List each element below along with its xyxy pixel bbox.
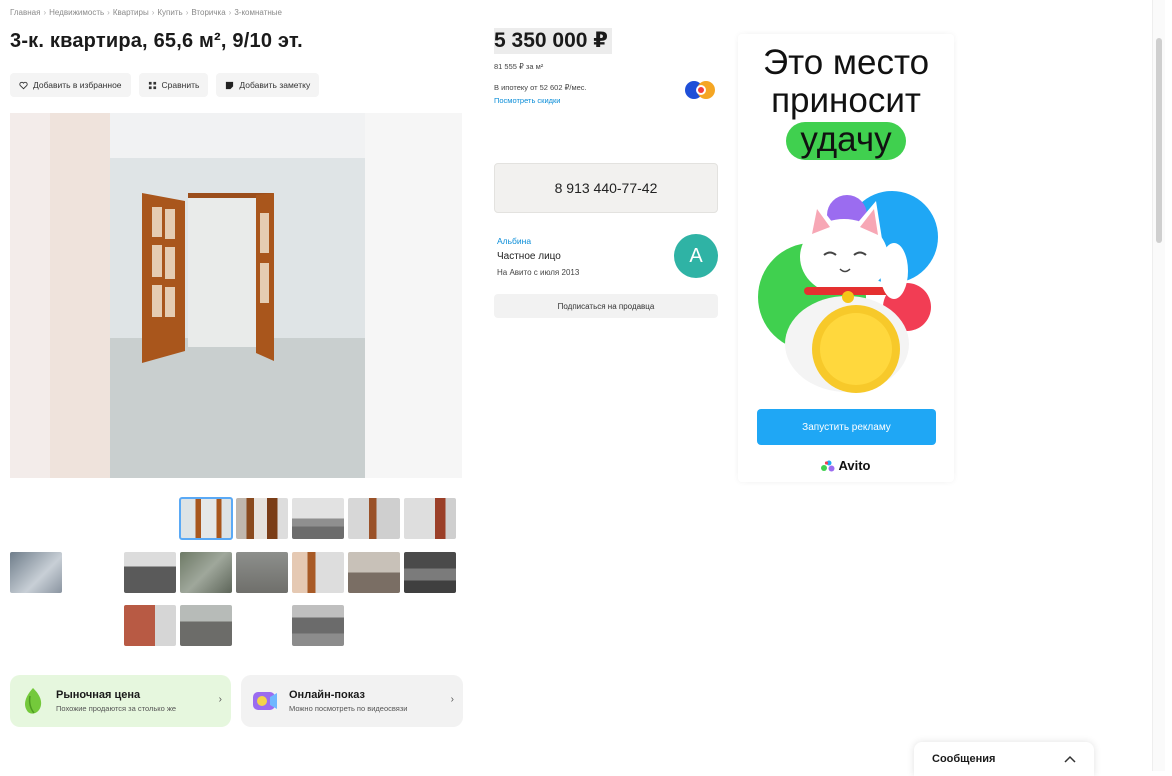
scrollbar-thumb[interactable] — [1156, 38, 1162, 243]
apartment-photo-image — [10, 113, 462, 478]
leaf-icon — [25, 688, 42, 714]
avatar[interactable]: A — [674, 234, 718, 278]
compare-label: Сравнить — [161, 80, 200, 90]
photo-thumbnail[interactable] — [236, 552, 288, 593]
chevron-right-icon: › — [43, 8, 47, 17]
add-note-button[interactable]: Добавить заметку — [216, 73, 320, 97]
online-viewing-title: Онлайн-показ — [289, 689, 365, 701]
launch-ad-button[interactable]: Запустить рекламу — [757, 409, 936, 445]
market-price-card[interactable]: Рыночная цена Похожие продаются за столь… — [10, 675, 231, 727]
photo-thumbnail[interactable] — [180, 605, 232, 646]
ad-headline-line2: приносит — [771, 81, 921, 120]
add-to-favorites-label: Добавить в избранное — [33, 80, 122, 90]
breadcrumb-item-apartments[interactable]: Квартиры — [113, 8, 149, 17]
subscribe-seller-button[interactable]: Подписаться на продавца — [494, 294, 718, 318]
photo-thumbnail[interactable] — [292, 605, 344, 646]
seller-since: На Авито с июля 2013 — [497, 268, 580, 277]
seller-type: Частное лицо — [497, 251, 561, 262]
add-to-favorites-button[interactable]: Добавить в избранное — [10, 73, 131, 97]
breadcrumb-item-secondary[interactable]: Вторичка — [191, 8, 225, 17]
avito-logo: Avito — [738, 458, 954, 473]
photo-thumbnail[interactable] — [348, 498, 400, 539]
ad-banner[interactable]: Это место приносит удачу Запустить рекла… — [738, 34, 954, 482]
lucky-cat-icon — [758, 191, 938, 393]
chevron-right-icon: › — [450, 694, 454, 705]
photo-thumbnail[interactable] — [292, 498, 344, 539]
compare-button[interactable]: Сравнить — [138, 73, 209, 97]
photo-thumbnail[interactable] — [348, 552, 400, 593]
avito-logo-icon — [821, 460, 835, 471]
photo-thumbnail[interactable] — [124, 605, 176, 646]
seller-name-link[interactable]: Альбина — [497, 236, 531, 246]
chevron-right-icon: › — [228, 8, 232, 17]
listing-actions: Добавить в избранное Сравнить Добавить з… — [10, 73, 320, 97]
breadcrumb: Главная › Недвижимость › Квартиры › Купить › Вто… — [10, 8, 282, 17]
online-viewing-card[interactable]: Онлайн-показ Можно посмотреть по видеосв… — [241, 675, 463, 727]
market-price-subtitle: Похожие продаются за столько же — [56, 704, 177, 713]
mortgage-offer: В ипотеку от 52 602 ₽/мес. — [494, 83, 587, 92]
video-call-icon — [253, 692, 277, 710]
ad-headline: Это место приносит — [738, 44, 954, 120]
breadcrumb-item-3room[interactable]: 3-комнатные — [234, 8, 282, 17]
chevron-right-icon: › — [185, 8, 189, 17]
photo-thumbnail[interactable] — [404, 552, 456, 593]
photo-thumbnail[interactable] — [180, 552, 232, 593]
show-phone-button[interactable]: 8 913 440-77-42 — [494, 163, 718, 213]
main-photo[interactable] — [10, 113, 462, 478]
breadcrumb-item-home[interactable]: Главная — [10, 8, 40, 17]
messages-label: Сообщения — [932, 753, 996, 765]
avito-logo-text: Avito — [838, 458, 871, 473]
breadcrumb-item-buy[interactable]: Купить — [157, 8, 182, 17]
photo-thumbnail[interactable] — [404, 498, 456, 539]
heart-icon — [19, 81, 28, 89]
photo-thumbnail[interactable] — [10, 552, 62, 593]
bank-logo-icon[interactable] — [684, 80, 718, 100]
chevron-up-icon[interactable] — [1064, 755, 1076, 763]
page-title: 3-к. квартира, 65,6 м², 9/10 эт. — [10, 30, 303, 52]
breadcrumb-item-realty[interactable]: Недвижимость — [49, 8, 104, 17]
online-viewing-subtitle: Можно посмотреть по видеосвязи — [289, 704, 408, 713]
photo-thumbnail[interactable] — [236, 498, 288, 539]
page-scrollbar[interactable] — [1152, 0, 1165, 771]
price-per-meter: 81 555 ₽ за м² — [494, 62, 544, 71]
note-icon — [226, 81, 234, 89]
photo-thumbnail[interactable] — [179, 497, 233, 540]
add-note-label: Добавить заметку — [239, 80, 311, 90]
price: 5 350 000 ₽ — [494, 28, 612, 54]
chevron-right-icon: › — [107, 8, 110, 17]
ad-highlight: удачу — [786, 122, 906, 160]
compare-icon — [148, 81, 156, 89]
photo-thumbnail[interactable] — [292, 552, 344, 593]
chevron-right-icon: › — [151, 8, 155, 17]
market-price-title: Рыночная цена — [56, 689, 141, 701]
see-discounts-link[interactable]: Посмотреть скидки — [494, 96, 561, 105]
photo-thumbnail[interactable] — [124, 552, 176, 593]
ad-headline-line1: Это место — [762, 43, 930, 82]
chevron-right-icon: › — [218, 694, 222, 705]
